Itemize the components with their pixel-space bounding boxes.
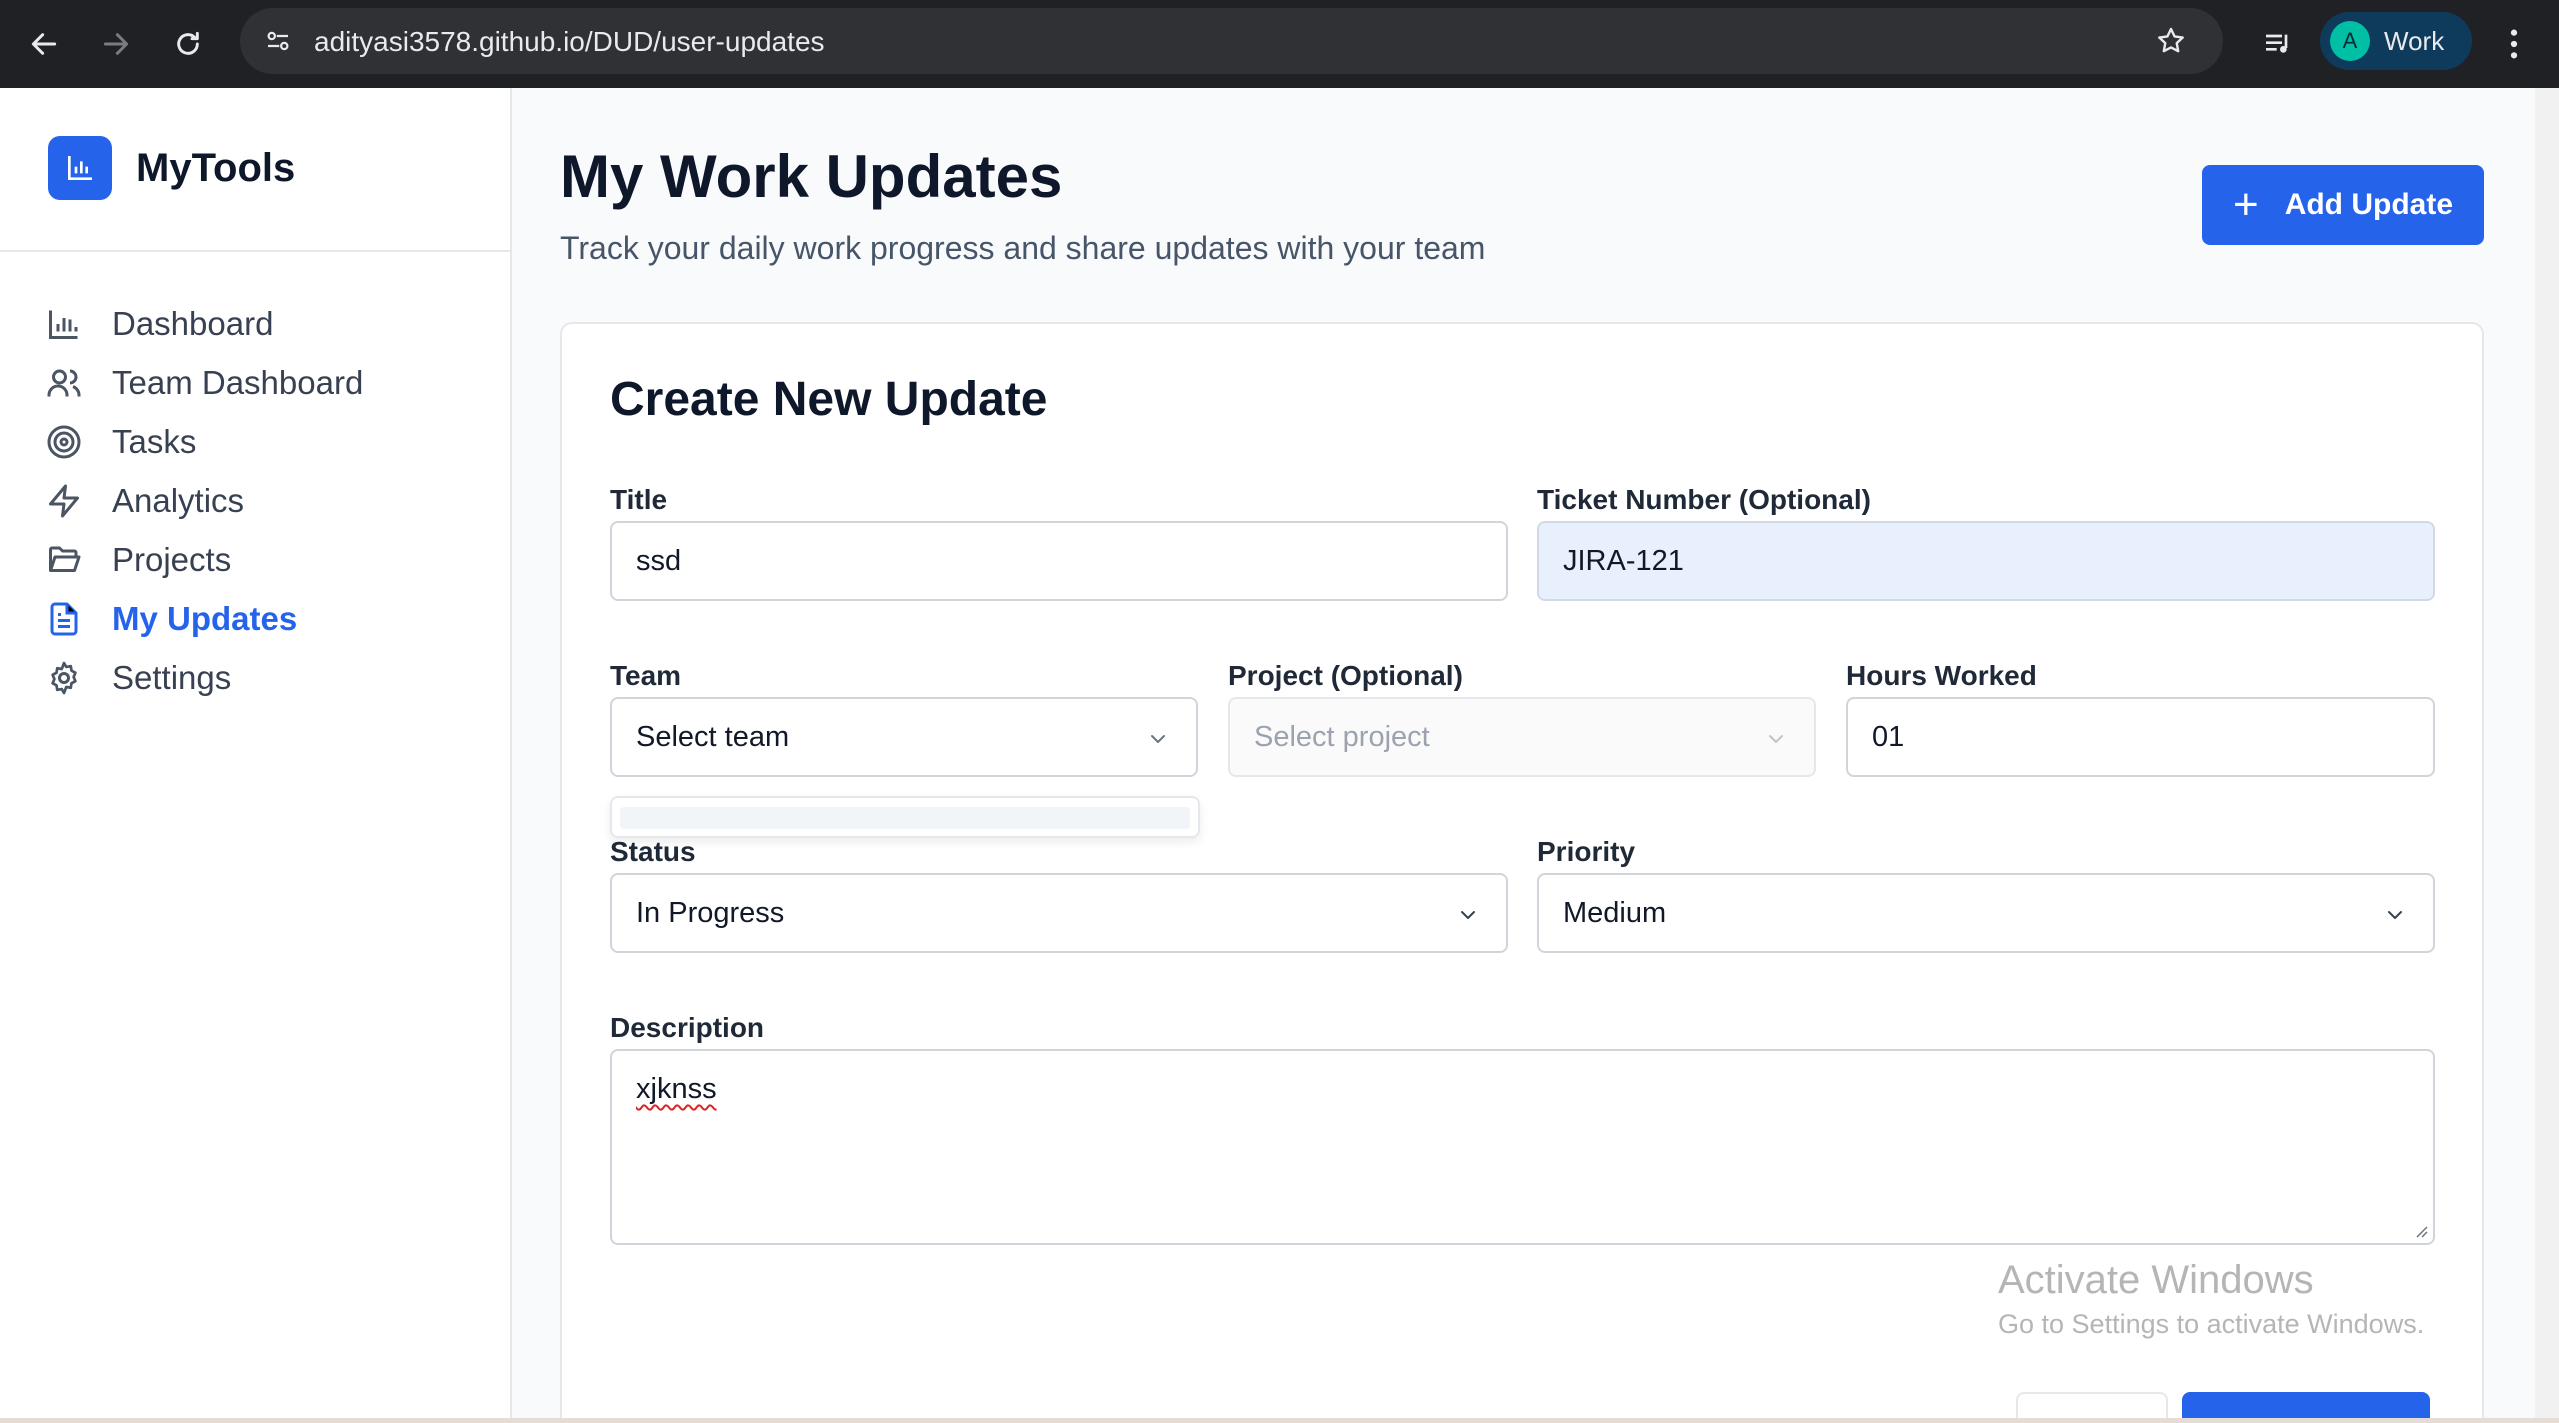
- brand[interactable]: MyTools: [48, 136, 295, 200]
- profile-chip[interactable]: A Work: [2320, 12, 2472, 70]
- ticket-number-input[interactable]: JIRA-121: [1537, 521, 2435, 601]
- team-select[interactable]: Select team: [610, 697, 1198, 777]
- watermark-title: Activate Windows: [1998, 1258, 2314, 1302]
- users-icon: [36, 355, 92, 411]
- back-icon[interactable]: [16, 16, 72, 72]
- site-settings-icon[interactable]: [254, 17, 302, 65]
- browser-menu-icon[interactable]: [2490, 16, 2538, 72]
- status-label: Status: [610, 836, 696, 867]
- taskbar-edge: [0, 1418, 2559, 1423]
- page-subtitle: Track your daily work progress and share…: [560, 230, 1486, 266]
- chevron-down-icon: [1452, 899, 1484, 931]
- ticket-number-label: Ticket Number (Optional): [1537, 484, 1871, 515]
- sidebar-item-label: Tasks: [112, 423, 197, 460]
- url-text: adityasi3578.github.io/DUD/user-updates: [314, 26, 825, 57]
- document-icon: [36, 591, 92, 647]
- hours-worked-input[interactable]: 01: [1846, 697, 2435, 777]
- sidebar-item-label: Dashboard: [112, 305, 274, 342]
- team-select-placeholder: Select team: [636, 720, 790, 753]
- profile-label: Work: [2384, 25, 2445, 56]
- gear-icon: [36, 650, 92, 706]
- folder-icon: [36, 532, 92, 588]
- sidebar-item-label: My Updates: [112, 600, 298, 637]
- address-bar[interactable]: adityasi3578.github.io/DUD/user-updates: [240, 8, 2223, 74]
- title-label: Title: [610, 484, 668, 515]
- page-title: My Work Updates: [560, 143, 1063, 210]
- title-input-value: ssd: [636, 544, 682, 577]
- resize-handle-icon[interactable]: [2411, 1221, 2429, 1239]
- bar-chart-icon: [36, 296, 92, 352]
- reload-icon[interactable]: [160, 16, 216, 72]
- sidebar-item-label: Analytics: [112, 482, 245, 519]
- chevron-down-icon: [1142, 723, 1174, 755]
- title-input[interactable]: ssd: [610, 521, 1508, 601]
- ticket-number-value: JIRA-121: [1563, 544, 1684, 577]
- page-scrollbar[interactable]: [2535, 88, 2559, 1423]
- sidebar-item-settings[interactable]: Settings: [36, 642, 476, 714]
- brand-name: MyTools: [136, 145, 296, 190]
- priority-select-value: Medium: [1563, 896, 1667, 929]
- sidebar: MyTools Dashboard Team Dashboard Tasks A…: [0, 88, 512, 1423]
- description-textarea[interactable]: xjknss: [610, 1049, 2435, 1245]
- sidebar-divider: [0, 250, 510, 252]
- add-update-button[interactable]: + Add Update: [2202, 165, 2484, 245]
- sidebar-item-label: Projects: [112, 541, 232, 578]
- main-content: My Work Updates Track your daily work pr…: [514, 88, 2535, 1423]
- avatar: A: [2330, 21, 2370, 61]
- priority-label: Priority: [1537, 836, 1636, 867]
- sidebar-item-label: Team Dashboard: [112, 364, 364, 401]
- plus-icon: +: [2232, 180, 2259, 229]
- description-value: xjknss: [636, 1073, 717, 1105]
- status-select-value: In Progress: [636, 896, 785, 929]
- priority-select[interactable]: Medium: [1537, 873, 2435, 953]
- lightning-icon: [36, 473, 92, 529]
- bookmark-star-icon[interactable]: [2147, 17, 2195, 65]
- team-label: Team: [610, 660, 682, 691]
- status-select[interactable]: In Progress: [610, 873, 1508, 953]
- browser-toolbar: adityasi3578.github.io/DUD/user-updates …: [0, 0, 2559, 88]
- chevron-down-icon: [2379, 899, 2411, 931]
- activate-windows-watermark: Activate Windows Go to Settings to activ…: [1998, 1258, 2424, 1340]
- sidebar-item-label: Settings: [112, 659, 232, 696]
- project-label: Project (Optional): [1228, 660, 1463, 691]
- team-dropdown-menu: [610, 796, 1200, 838]
- add-update-label: Add Update: [2284, 188, 2454, 221]
- hours-worked-value: 01: [1872, 720, 1905, 753]
- hours-worked-label: Hours Worked: [1846, 660, 2037, 691]
- forward-icon[interactable]: [88, 16, 144, 72]
- watermark-subtitle: Go to Settings to activate Windows.: [1998, 1309, 2425, 1339]
- chevron-down-icon: [1760, 723, 1792, 755]
- bar-chart-logo-icon: [48, 136, 112, 200]
- description-label: Description: [610, 1012, 765, 1043]
- project-select-placeholder: Select project: [1254, 720, 1430, 753]
- form-title: Create New Update: [610, 373, 1048, 426]
- target-icon: [36, 414, 92, 470]
- project-select[interactable]: Select project: [1228, 697, 1816, 777]
- team-dropdown-option[interactable]: [620, 807, 1190, 829]
- media-controls-icon[interactable]: [2250, 16, 2306, 72]
